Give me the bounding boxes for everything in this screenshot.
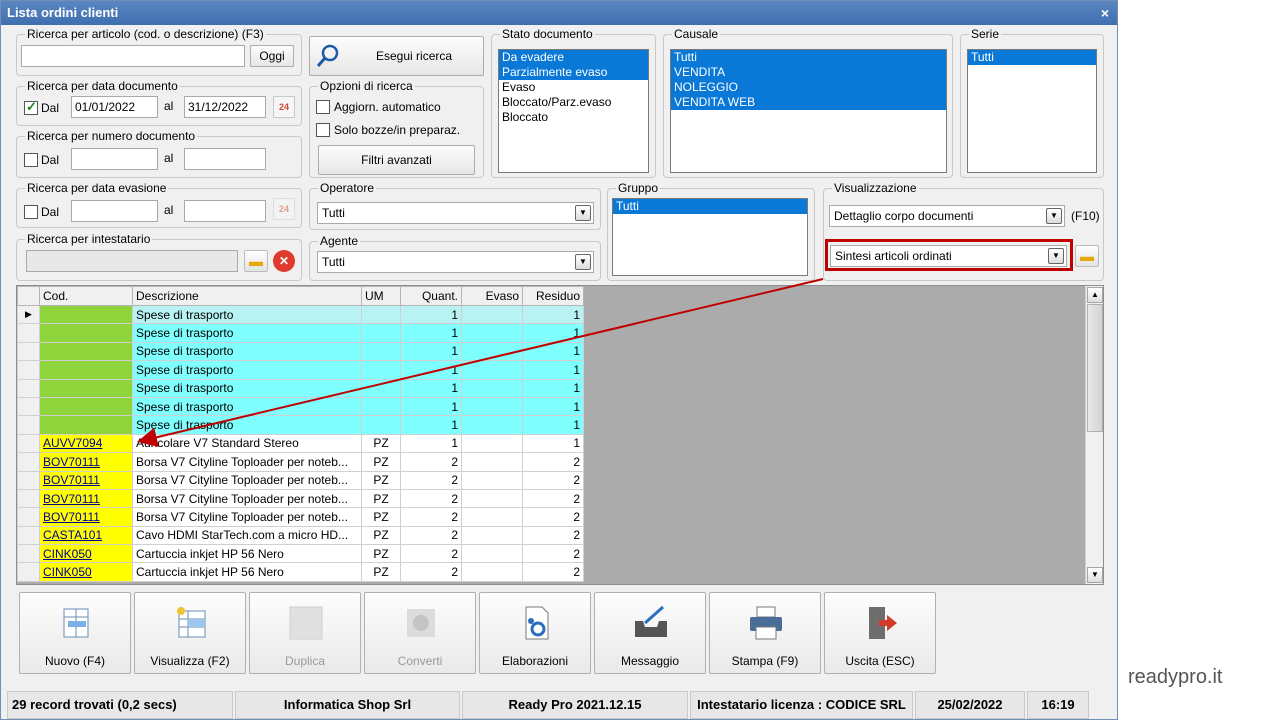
status-records: 29 record trovati (0,2 secs) bbox=[7, 691, 233, 719]
uscita-button[interactable]: Uscita (ESC) bbox=[824, 592, 936, 674]
status-time: 16:19 bbox=[1027, 691, 1089, 719]
print-icon bbox=[746, 603, 786, 643]
message-icon bbox=[631, 603, 671, 643]
nuovo-button[interactable]: Nuovo (F4) bbox=[19, 592, 131, 674]
elaborazioni-button[interactable]: Elaborazioni bbox=[479, 592, 591, 674]
messaggio-button[interactable]: Messaggio bbox=[594, 592, 706, 674]
process-icon bbox=[516, 603, 556, 643]
duplicate-icon bbox=[286, 603, 326, 643]
toolbar-button-label: Duplica bbox=[284, 654, 326, 668]
toolbar-button-label: Nuovo (F4) bbox=[44, 654, 106, 668]
toolbar-button-label: Converti bbox=[397, 654, 443, 668]
watermark: readypro.it bbox=[1128, 666, 1223, 688]
status-date: 25/02/2022 bbox=[915, 691, 1025, 719]
status-license: Intestatario licenza : CODICE SRL bbox=[690, 691, 913, 719]
toolbar-button-label: Uscita (ESC) bbox=[845, 654, 915, 668]
main-window: Lista ordini clienti × Ricerca per artic… bbox=[0, 0, 1118, 720]
toolbar-button-label: Visualizza (F2) bbox=[150, 654, 230, 668]
view-icon bbox=[171, 603, 211, 643]
toolbar-button-label: Elaborazioni bbox=[501, 654, 569, 668]
convert-icon bbox=[401, 603, 441, 643]
toolbar-button-label: Stampa (F9) bbox=[731, 654, 799, 668]
duplica-button[interactable]: Duplica bbox=[249, 592, 361, 674]
new-icon bbox=[56, 603, 96, 643]
converti-button[interactable]: Converti bbox=[364, 592, 476, 674]
status-company: Informatica Shop Srl bbox=[235, 691, 460, 719]
status-version: Ready Pro 2021.12.15 bbox=[462, 691, 688, 719]
exit-icon bbox=[861, 603, 901, 643]
stampa-button[interactable]: Stampa (F9) bbox=[709, 592, 821, 674]
toolbar-button-label: Messaggio bbox=[620, 654, 680, 668]
visualizza-button[interactable]: Visualizza (F2) bbox=[134, 592, 246, 674]
